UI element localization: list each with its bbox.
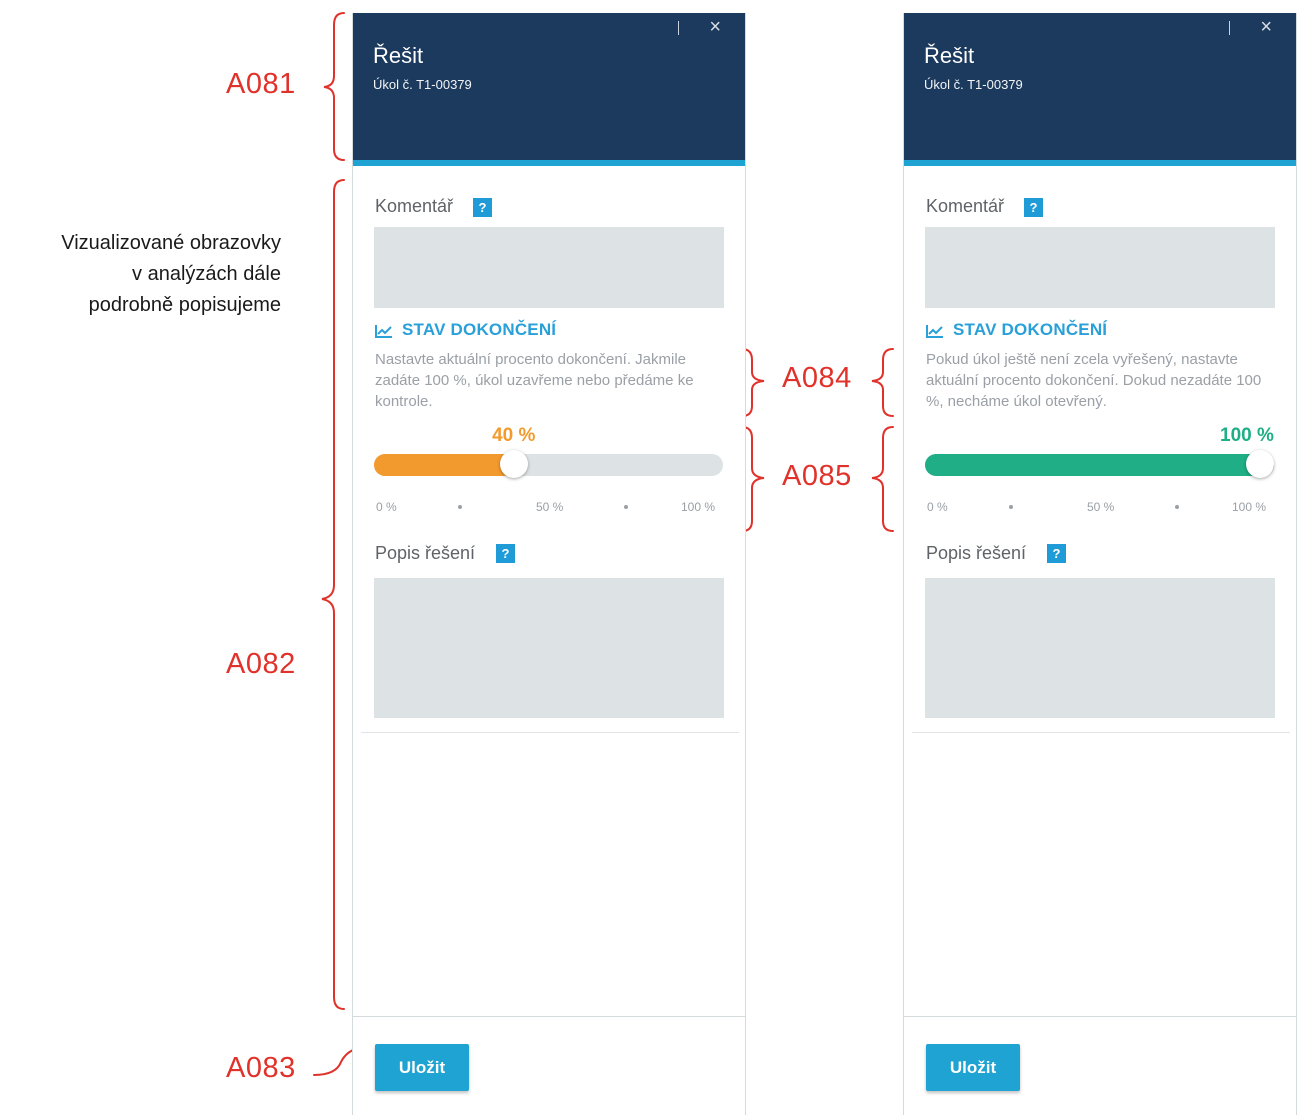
progress-value-label: 40 % xyxy=(492,425,536,446)
completion-section-title: STAV DOKONČENÍ xyxy=(926,320,1107,340)
side-note-line: Vizualizované obrazovky xyxy=(61,232,281,254)
tick-label-50: 50 % xyxy=(536,500,564,514)
slider-fill xyxy=(374,454,514,476)
panel-content: Komentář ? STAV DOKONČENÍ Nastavte aktuá… xyxy=(361,166,739,733)
comment-label: Komentář xyxy=(926,196,1005,216)
a085-bracket-right xyxy=(871,426,894,532)
save-button[interactable]: Uložit xyxy=(375,1044,469,1091)
close-icon[interactable]: × xyxy=(1260,17,1272,37)
resolve-panel-left: Řešit Úkol č. T1-00379 × Komentář ? STAV… xyxy=(352,13,746,1116)
a084-bracket-right xyxy=(871,348,894,417)
save-button[interactable]: Uložit xyxy=(926,1044,1020,1091)
chart-line-icon xyxy=(926,324,943,338)
a081-bracket xyxy=(323,12,345,161)
solution-field[interactable] xyxy=(374,578,724,718)
progress-value-label: 100 % xyxy=(1220,425,1274,446)
header-divider xyxy=(1229,21,1230,35)
tick-label-100: 100 % xyxy=(681,500,716,514)
completion-slider[interactable] xyxy=(374,450,723,478)
annotation-a085: A085 xyxy=(782,460,852,492)
tick-label-0: 0 % xyxy=(376,500,397,514)
panel-subtitle: Úkol č. T1-00379 xyxy=(924,77,1023,92)
help-icon[interactable]: ? xyxy=(1024,198,1043,217)
panel-header: Řešit Úkol č. T1-00379 × xyxy=(353,13,745,166)
annotation-a081: A081 xyxy=(226,68,296,100)
annotation-a084: A084 xyxy=(782,362,852,394)
help-icon[interactable]: ? xyxy=(1047,544,1066,563)
chart-line-icon xyxy=(375,324,392,338)
help-icon[interactable]: ? xyxy=(496,544,515,563)
close-icon[interactable]: × xyxy=(709,17,721,37)
slider-thumb[interactable] xyxy=(499,450,528,478)
panel-header: Řešit Úkol č. T1-00379 × xyxy=(904,13,1296,166)
panel-title: Řešit xyxy=(924,43,975,68)
comment-label: Komentář xyxy=(375,196,454,216)
help-icon[interactable]: ? xyxy=(473,198,492,217)
completion-slider[interactable] xyxy=(925,450,1274,478)
slider-thumb[interactable] xyxy=(1246,450,1274,478)
side-note-line: podrobně popisujeme xyxy=(88,294,281,316)
completion-section-label: STAV DOKONČENÍ xyxy=(953,320,1108,339)
side-note-line: v analýzách dále xyxy=(132,263,281,285)
tick-dot xyxy=(1009,505,1013,509)
comment-field[interactable] xyxy=(374,227,724,308)
tick-dot xyxy=(1175,505,1179,509)
completion-description: Nastavte aktuální procento dokončení. Ja… xyxy=(375,351,694,410)
slider-fill xyxy=(925,454,1274,476)
comment-field[interactable] xyxy=(925,227,1275,308)
a082-bracket xyxy=(321,179,345,1010)
completion-section-label: STAV DOKONČENÍ xyxy=(402,320,557,339)
tick-label-100: 100 % xyxy=(1232,500,1267,514)
panel-footer: Uložit xyxy=(353,1016,745,1116)
panel-subtitle: Úkol č. T1-00379 xyxy=(373,77,472,92)
solution-label: Popis řešení xyxy=(926,543,1027,563)
tick-label-50: 50 % xyxy=(1087,500,1115,514)
panel-footer: Uložit xyxy=(904,1016,1296,1116)
panel-content: Komentář ? STAV DOKONČENÍ Pokud úkol ješ… xyxy=(912,166,1290,733)
tick-dot xyxy=(624,505,628,509)
tick-dot xyxy=(458,505,462,509)
solution-field[interactable] xyxy=(925,578,1275,718)
header-divider xyxy=(678,21,679,35)
completion-description: Pokud úkol ještě není zcela vyřešený, na… xyxy=(926,351,1262,410)
completion-section-title: STAV DOKONČENÍ xyxy=(375,320,556,340)
panel-title: Řešit xyxy=(373,43,424,68)
side-note: Vizualizované obrazovky v analýzách dále… xyxy=(0,228,281,321)
annotation-a083: A083 xyxy=(226,1052,296,1084)
a083-connector xyxy=(313,1048,357,1076)
resolve-panel-right: Řešit Úkol č. T1-00379 × Komentář ? STAV… xyxy=(903,13,1297,1116)
tick-label-0: 0 % xyxy=(927,500,948,514)
annotation-a082: A082 xyxy=(226,648,296,680)
solution-label: Popis řešení xyxy=(375,543,476,563)
